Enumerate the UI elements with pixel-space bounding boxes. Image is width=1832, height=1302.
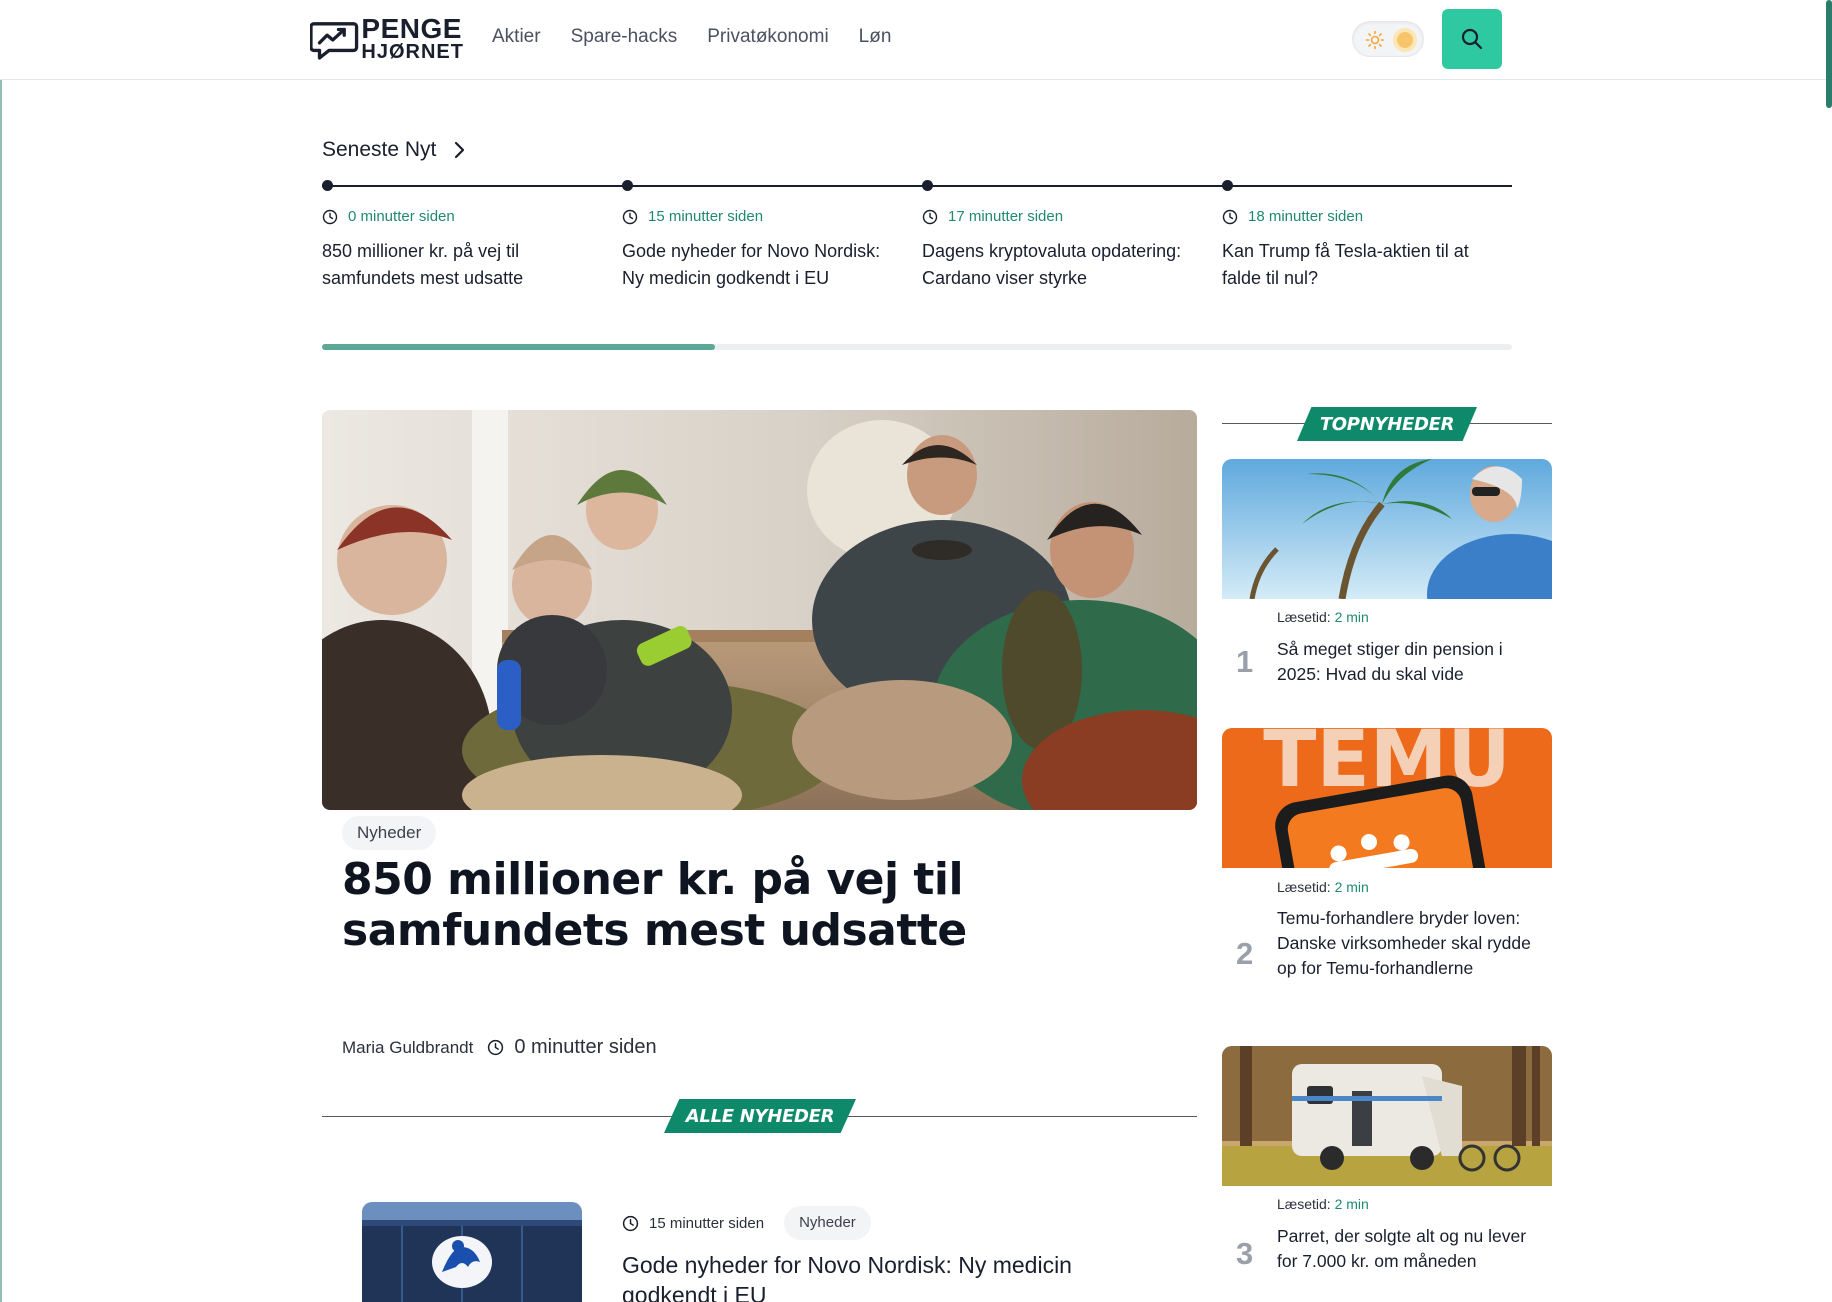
- read-time-value: 2 min: [1334, 609, 1369, 625]
- pension-man-palm-photo: [1222, 459, 1552, 599]
- nav-item-spare-hacks[interactable]: Spare-hacks: [571, 26, 678, 48]
- top-news-read-time: Læsetid: 2 min: [1277, 879, 1369, 895]
- site-logo[interactable]: PENGE HJØRNET: [310, 13, 464, 63]
- temu-logo-photo: TEMU: [1222, 728, 1552, 868]
- carousel-progress-fill: [322, 344, 715, 350]
- top-news-title[interactable]: Så meget stiger din pension i 2025: Hvad…: [1277, 637, 1542, 687]
- novo-nordisk-building-photo: [362, 1202, 582, 1302]
- latest-item-time-text: 17 minutter siden: [948, 208, 1064, 225]
- nav-item-lon[interactable]: Løn: [859, 26, 892, 48]
- chart-bubble-logo-icon: [310, 22, 359, 60]
- top-news-rank: 3: [1236, 1236, 1254, 1271]
- latest-item-time: 0 minutter siden: [322, 208, 455, 225]
- carousel-progress-track: [322, 344, 1512, 350]
- timeline-dot: [322, 180, 333, 191]
- clock-icon: [922, 209, 938, 224]
- top-news-title[interactable]: Temu-forhandlere bryder loven: Danske vi…: [1277, 906, 1542, 981]
- theme-toggle[interactable]: [1352, 21, 1424, 57]
- logo-line-2: HJØRNET: [361, 40, 464, 63]
- clock-icon: [322, 209, 338, 224]
- hero-title[interactable]: 850 millioner kr. på vej til samfundets …: [342, 854, 1002, 956]
- top-news-thumbnail[interactable]: [1222, 1046, 1552, 1186]
- top-news-rank: 1: [1236, 644, 1254, 679]
- timeline-dot: [922, 180, 933, 191]
- site-header: PENGE HJØRNET Aktier Spare-hacks Privatø…: [0, 0, 1832, 80]
- latest-item-time-text: 18 minutter siden: [1248, 208, 1364, 225]
- latest-item-time: 15 minutter siden: [622, 208, 763, 225]
- timeline-line: [322, 185, 1512, 187]
- hero-image[interactable]: [322, 410, 1197, 810]
- scrollbar-thumb[interactable]: [1826, 0, 1832, 108]
- chevron-right-icon: [455, 141, 465, 159]
- top-news-heading: TOPNYHEDER: [1297, 407, 1477, 441]
- read-time-label: Læsetid:: [1277, 879, 1331, 895]
- article-title[interactable]: Gode nyheder for Novo Nordisk: Ny medici…: [622, 1250, 1162, 1302]
- article-time: 15 minutter siden: [649, 1214, 765, 1232]
- top-news-read-time: Læsetid: 2 min: [1277, 609, 1369, 625]
- hero-meta: Maria Guldbrandt 0 minutter siden: [342, 1036, 657, 1059]
- latest-item-headline[interactable]: 850 millioner kr. på vej til samfundets …: [322, 238, 602, 292]
- timeline-dot: [1222, 180, 1233, 191]
- logo-line-1: PENGE: [361, 13, 462, 45]
- hero-author[interactable]: Maria Guldbrandt: [342, 1038, 473, 1058]
- read-time-label: Læsetid:: [1277, 609, 1331, 625]
- hero-photo-people-sleeping-bags: [322, 410, 1197, 810]
- toggle-knob: [1393, 28, 1417, 52]
- read-time-value: 2 min: [1334, 879, 1369, 895]
- latest-item-headline[interactable]: Gode nyheder for Novo Nordisk: Ny medici…: [622, 238, 902, 292]
- read-time-value: 2 min: [1334, 1196, 1369, 1212]
- hero-category-badge[interactable]: Nyheder: [342, 816, 437, 850]
- logo-wordmark: PENGE HJØRNET: [361, 13, 464, 63]
- nav-item-aktier[interactable]: Aktier: [492, 26, 541, 48]
- nav-item-privatokonomi[interactable]: Privatøkonomi: [707, 26, 828, 48]
- clock-icon: [622, 209, 638, 224]
- top-news-title[interactable]: Parret, der solgte alt og nu lever for 7…: [1277, 1224, 1542, 1274]
- clock-icon: [622, 1215, 639, 1231]
- clock-icon: [1222, 209, 1238, 224]
- latest-item-time: 18 minutter siden: [1222, 208, 1363, 225]
- article-thumbnail[interactable]: [362, 1202, 582, 1302]
- page-edge-accent: [0, 80, 2, 1302]
- top-news-thumbnail[interactable]: TEMU: [1222, 728, 1552, 868]
- read-time-label: Læsetid:: [1277, 1196, 1331, 1212]
- latest-news-link[interactable]: Seneste Nyt: [322, 138, 466, 162]
- latest-news-title: Seneste Nyt: [322, 138, 437, 161]
- top-news-rank: 2: [1236, 936, 1254, 971]
- latest-item-time-text: 15 minutter siden: [648, 208, 764, 225]
- latest-item-headline[interactable]: Kan Trump få Tesla-aktien til at falde t…: [1222, 238, 1502, 292]
- latest-item-time: 17 minutter siden: [922, 208, 1063, 225]
- timeline-dot: [622, 180, 633, 191]
- search-icon: [1461, 28, 1483, 50]
- all-news-heading: ALLE NYHEDER: [664, 1099, 856, 1133]
- top-news-read-time: Læsetid: 2 min: [1277, 1196, 1369, 1212]
- article-category-badge[interactable]: Nyheder: [784, 1206, 871, 1240]
- camper-van-forest-photo: [1222, 1046, 1552, 1186]
- latest-item-headline[interactable]: Dagens kryptovaluta opdatering: Cardano …: [922, 238, 1202, 292]
- latest-item-time-text: 0 minutter siden: [348, 208, 455, 225]
- hero-time: 0 minutter siden: [514, 1036, 657, 1058]
- top-news-thumbnail[interactable]: [1222, 459, 1552, 599]
- main-nav: Aktier Spare-hacks Privatøkonomi Løn: [492, 26, 891, 48]
- clock-icon: [488, 1039, 504, 1056]
- sun-icon: [1365, 30, 1385, 50]
- article-meta: 15 minutter siden Nyheder: [622, 1206, 871, 1240]
- search-button[interactable]: [1442, 9, 1502, 69]
